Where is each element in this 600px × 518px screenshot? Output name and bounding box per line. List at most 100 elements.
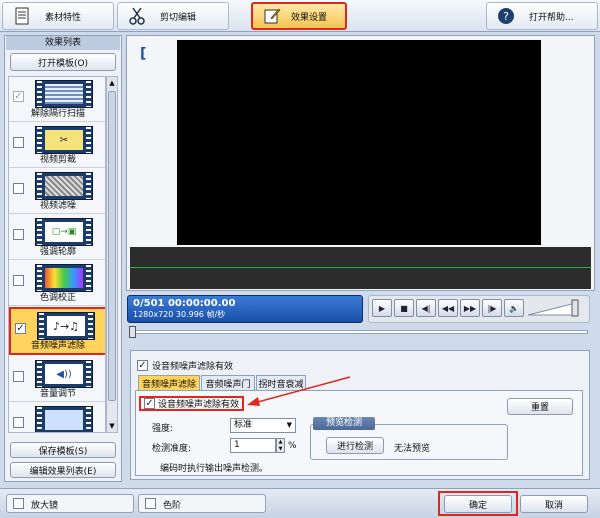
effect-item-more[interactable]: [9, 403, 105, 432]
tab-label: 效果设置: [291, 12, 328, 23]
effect-list-scrollbar[interactable]: ▲ ▼: [106, 76, 118, 433]
encode-detect-note: 编码时执行输出噪声检测。: [160, 464, 269, 474]
effect-checkbox[interactable]: [13, 229, 24, 240]
speaker-icon[interactable]: 🔈: [504, 299, 524, 317]
rewind-icon[interactable]: ◀◀: [438, 299, 458, 317]
resolution-text: 1280x720 30.996 帧/秒: [133, 310, 226, 319]
effect-item-volume-adjust[interactable]: ◀)) 音量调节: [9, 357, 105, 402]
tab-open-help[interactable]: ? 打开帮助...: [486, 2, 598, 30]
scroll-up-icon[interactable]: ▲: [107, 77, 117, 89]
accuracy-input[interactable]: 1: [230, 438, 276, 453]
accuracy-unit: %: [288, 441, 297, 451]
reset-button[interactable]: 重置: [507, 398, 573, 415]
effect-item-video-crop[interactable]: ✂ 视频剪裁: [9, 123, 105, 168]
audio-noise-filter-icon: ♪→♫: [37, 312, 95, 340]
effect-item-color-correction[interactable]: 色调校正: [9, 261, 105, 306]
enable-filter-top-checkbox[interactable]: ✓: [137, 360, 148, 371]
chevron-down-icon: ▼: [286, 421, 292, 429]
edge-enhance-icon: ▢→▣: [35, 218, 93, 246]
video-denoise-icon: [35, 172, 93, 200]
cancel-button[interactable]: 取消: [520, 495, 588, 513]
effect-item-audio-noise-filter[interactable]: ✓ ♪→♫ 音频噪声滤除: [9, 307, 105, 355]
color-levels-toggle[interactable]: 色阶: [138, 494, 266, 513]
waveform-baseline: [130, 267, 591, 268]
open-template-button[interactable]: 打开模板(O): [10, 53, 116, 71]
accuracy-value: 1: [234, 440, 240, 450]
video-crop-icon: ✂: [35, 126, 93, 154]
subtab-audio-noise-filter[interactable]: 音频噪声滤除: [138, 375, 200, 390]
stop-icon[interactable]: ■: [394, 299, 414, 317]
enable-filter-top-label: 设音频噪声滤除有效: [152, 362, 234, 372]
fast-forward-icon[interactable]: ▶▶: [460, 299, 480, 317]
seek-thumb[interactable]: [129, 326, 136, 338]
timecode-display: 0/501 00:00:00.00 1280x720 30.996 帧/秒: [127, 295, 363, 323]
tab-material-properties[interactable]: 素材特性: [2, 2, 114, 30]
tab-effect-settings[interactable]: 效果设置: [251, 2, 347, 30]
ok-button[interactable]: 确定: [444, 495, 512, 513]
color-levels-checkbox[interactable]: [145, 498, 156, 509]
audio-waveform: [130, 247, 591, 289]
scissors-icon: [129, 7, 145, 25]
strength-value: 标准: [234, 420, 253, 430]
run-detect-button[interactable]: 进行检测: [326, 437, 384, 454]
color-correction-icon: [35, 264, 93, 292]
tab-label: 剪切编辑: [160, 12, 197, 23]
effect-checkbox[interactable]: ✓: [15, 323, 26, 334]
tab-label: 打开帮助...: [529, 12, 574, 23]
scroll-thumb[interactable]: [108, 91, 116, 401]
timecode-text: 0/501 00:00:00.00: [133, 298, 236, 309]
strength-label: 强度:: [152, 424, 174, 434]
effect-checkbox[interactable]: ✓: [13, 91, 24, 102]
effect-checkbox[interactable]: [13, 371, 24, 382]
volume-slider[interactable]: [526, 299, 582, 317]
effect-checkbox[interactable]: [13, 137, 24, 148]
effect-label: 视频剪裁: [39, 155, 76, 165]
help-icon: ?: [498, 8, 514, 24]
tab-cut-edit[interactable]: 剪切编辑: [117, 2, 229, 30]
effect-label: 视频滤噪: [39, 201, 76, 211]
preview-detect-title: 预览检测: [313, 417, 375, 430]
effect-checkbox[interactable]: [13, 183, 24, 194]
effect-checkbox[interactable]: [13, 417, 24, 428]
enable-filter-label: 设音频噪声滤除有效: [158, 400, 240, 410]
magnifier-toggle[interactable]: 放大镜: [6, 494, 134, 513]
document-icon: [15, 7, 29, 25]
next-frame-icon[interactable]: |▶: [482, 299, 502, 317]
effect-label: 音量调节: [39, 389, 76, 399]
magnifier-checkbox[interactable]: [13, 498, 24, 509]
play-icon[interactable]: ▶: [372, 299, 392, 317]
effect-list-title: 效果列表: [6, 36, 120, 50]
accuracy-label: 检测准度:: [152, 444, 192, 454]
no-preview-label: 无法预览: [394, 444, 431, 454]
effect-item-edge-enhance[interactable]: ▢→▣ 强调轮廓: [9, 215, 105, 260]
effect-label: 解除隔行扫描: [30, 109, 85, 119]
volume-thumb: [571, 299, 579, 317]
enable-filter-checkbox[interactable]: ✓: [144, 398, 155, 409]
trim-bracket-marker[interactable]: [: [140, 44, 154, 64]
volume-adjust-icon: ◀)): [35, 360, 93, 388]
deinterlace-icon: [35, 80, 93, 108]
top-tab-bar: 素材特性 剪切编辑 效果设置 ? 打开帮助...: [0, 0, 600, 32]
effect-label: 音频噪声滤除: [30, 341, 85, 351]
svg-text:?: ?: [503, 10, 509, 23]
prev-frame-icon[interactable]: ◀|: [416, 299, 436, 317]
annotation-arrow: [247, 376, 351, 406]
seek-bar[interactable]: [130, 330, 588, 334]
edit-effect-list-button[interactable]: 编辑效果列表(E): [10, 462, 116, 478]
effect-label: 强调轮廓: [39, 247, 76, 257]
more-effect-icon: [35, 406, 93, 432]
tab-label: 素材特性: [45, 12, 82, 23]
effect-list: ✓ 解除隔行扫描 ✂ 视频剪裁 视频滤噪 ▢→▣ 强调轮廓 色调校正 ✓ ♪→♫…: [8, 76, 106, 433]
color-levels-label: 色阶: [163, 501, 182, 511]
magnifier-label: 放大镜: [31, 501, 59, 511]
effect-label: 色调校正: [39, 293, 76, 303]
effect-item-deinterlace[interactable]: ✓ 解除隔行扫描: [9, 77, 105, 122]
effect-checkbox[interactable]: [13, 275, 24, 286]
effect-settings-icon: [264, 8, 281, 24]
strength-select[interactable]: 标准 ▼: [230, 418, 296, 433]
effect-item-video-denoise[interactable]: 视频滤噪: [9, 169, 105, 214]
video-preview: [177, 40, 541, 245]
save-template-button[interactable]: 保存模板(S): [10, 442, 116, 458]
accuracy-stepper[interactable]: ▲ ▼: [276, 438, 285, 453]
scroll-down-icon[interactable]: ▼: [107, 420, 117, 432]
